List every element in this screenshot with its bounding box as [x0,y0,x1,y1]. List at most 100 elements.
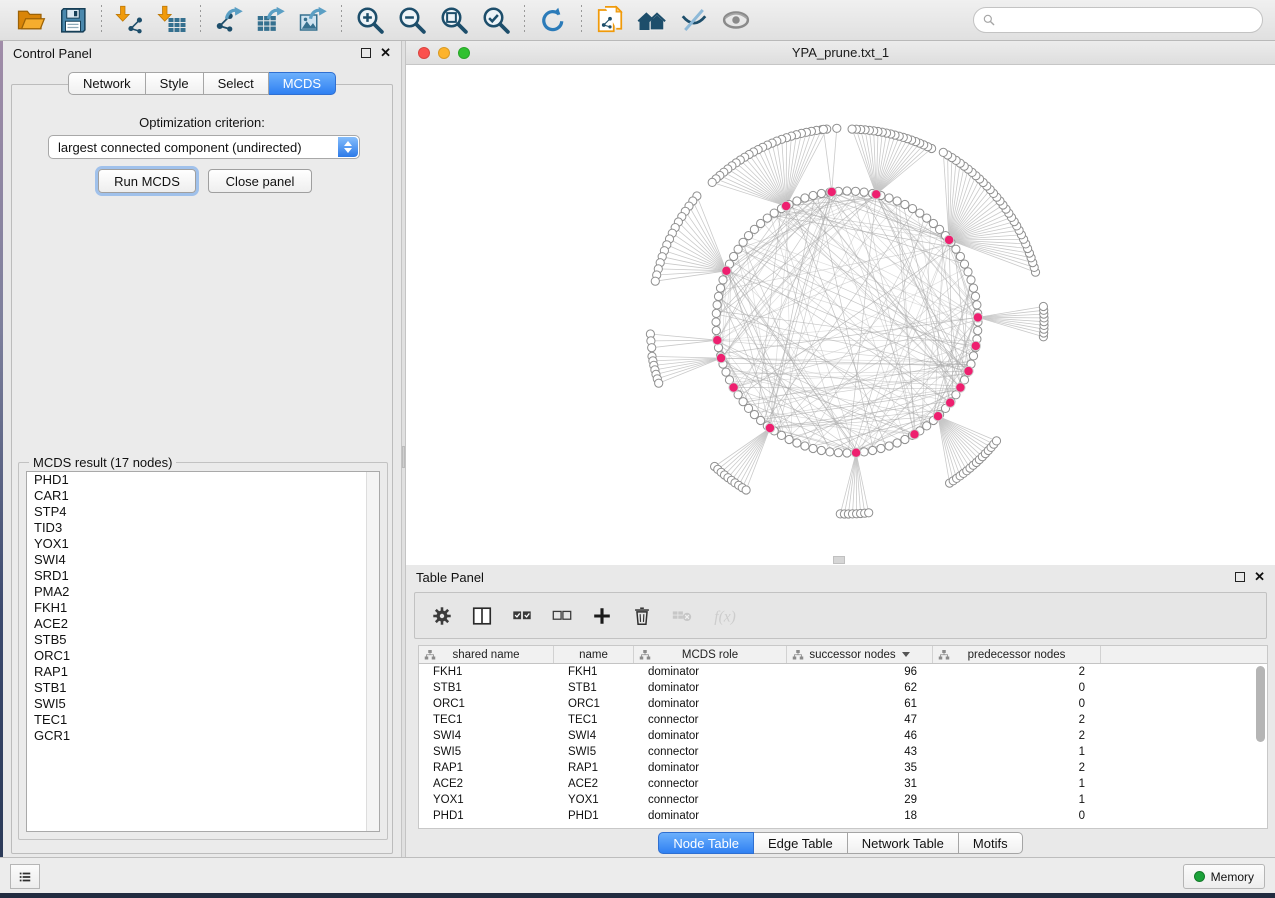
hide-eye-icon[interactable] [679,5,709,35]
table-cell[interactable]: 29 [787,792,933,808]
add-row-icon[interactable] [591,605,613,627]
column-header-successor-nodes[interactable]: successor nodes [787,646,933,663]
table-row[interactable]: ACE2ACE2connector311 [419,776,1267,792]
table-cell[interactable]: 31 [787,776,933,792]
refresh-layout-icon[interactable] [538,5,568,35]
memory-button[interactable]: Memory [1183,864,1265,889]
window-close-icon[interactable] [418,47,430,59]
window-minimize-icon[interactable] [438,47,450,59]
show-eye-icon[interactable] [721,5,751,35]
table-row[interactable]: SWI5SWI5connector431 [419,744,1267,760]
result-list-scrollbar[interactable] [366,472,379,831]
table-cell[interactable]: 61 [787,696,933,712]
mcds-result-item[interactable]: SRD1 [27,568,379,584]
table-cell[interactable]: RAP1 [554,760,634,776]
tab-select[interactable]: Select [204,72,269,95]
vertical-splitter-handle[interactable] [402,446,405,468]
zoom-selected-icon[interactable] [481,5,511,35]
tab-mcds[interactable]: MCDS [269,72,336,95]
table-cell[interactable]: 0 [933,680,1101,696]
mcds-result-item[interactable]: SWI5 [27,696,379,712]
tab-node-table[interactable]: Node Table [658,832,754,854]
table-cell[interactable]: FKH1 [419,664,554,680]
import-network-icon[interactable] [115,5,145,35]
horizontal-splitter-handle[interactable] [833,556,845,564]
table-row[interactable]: PHD1PHD1dominator180 [419,808,1267,824]
float-table-panel-icon[interactable] [1235,572,1245,582]
table-cell[interactable]: STB1 [419,680,554,696]
save-session-icon[interactable] [58,5,88,35]
table-cell[interactable]: 18 [787,808,933,824]
table-cell[interactable]: dominator [634,664,787,680]
mcds-result-item[interactable]: YOX1 [27,536,379,552]
table-cell[interactable]: 47 [787,712,933,728]
table-cell[interactable]: 62 [787,680,933,696]
export-network-icon[interactable] [214,5,244,35]
table-cell[interactable]: 43 [787,744,933,760]
table-cell[interactable]: 1 [933,776,1101,792]
table-scrollbar-thumb[interactable] [1256,666,1265,742]
table-cell[interactable]: ORC1 [419,696,554,712]
mcds-result-item[interactable]: TID3 [27,520,379,536]
table-cell[interactable]: dominator [634,760,787,776]
task-history-button[interactable] [10,864,40,889]
column-header-name[interactable]: name [554,646,634,663]
table-cell[interactable]: PHD1 [554,808,634,824]
table-cell[interactable]: STB1 [554,680,634,696]
mcds-result-item[interactable]: TEC1 [27,712,379,728]
share-document-icon[interactable] [595,5,625,35]
select-all-icon[interactable] [511,605,533,627]
mcds-result-item[interactable]: STB5 [27,632,379,648]
table-row[interactable]: STB1STB1dominator620 [419,680,1267,696]
mcds-result-list[interactable]: PHD1CAR1STP4TID3YOX1SWI4SRD1PMA2FKH1ACE2… [26,471,380,832]
table-cell[interactable]: connector [634,744,787,760]
criterion-dropdown[interactable]: largest connected component (undirected) [48,135,360,159]
import-table-icon[interactable] [157,5,187,35]
table-cell[interactable]: SWI5 [419,744,554,760]
table-row[interactable]: ORC1ORC1dominator610 [419,696,1267,712]
mcds-result-item[interactable]: PMA2 [27,584,379,600]
mcds-result-item[interactable]: ORC1 [27,648,379,664]
table-cell[interactable]: 2 [933,728,1101,744]
tab-style[interactable]: Style [146,72,204,95]
table-cell[interactable]: 46 [787,728,933,744]
mcds-result-item[interactable]: SWI4 [27,552,379,568]
table-cell[interactable]: 2 [933,664,1101,680]
table-cell[interactable]: connector [634,776,787,792]
network-canvas[interactable] [406,65,1275,565]
table-cell[interactable]: TEC1 [419,712,554,728]
tab-network[interactable]: Network [68,72,146,95]
tab-network-table[interactable]: Network Table [848,832,959,854]
table-row[interactable]: RAP1RAP1dominator352 [419,760,1267,776]
export-image-icon[interactable] [298,5,328,35]
table-row[interactable]: TEC1TEC1connector472 [419,712,1267,728]
table-cell[interactable]: PHD1 [419,808,554,824]
neighbors-houses-icon[interactable] [637,5,667,35]
float-panel-icon[interactable] [361,48,371,58]
table-cell[interactable]: 2 [933,712,1101,728]
open-folder-icon[interactable] [16,5,46,35]
mcds-result-item[interactable]: STP4 [27,504,379,520]
tab-motifs[interactable]: Motifs [959,832,1023,854]
table-cell[interactable]: dominator [634,680,787,696]
table-cell[interactable]: 0 [933,808,1101,824]
table-cell[interactable]: TEC1 [554,712,634,728]
table-cell[interactable]: 35 [787,760,933,776]
table-cell[interactable]: ACE2 [554,776,634,792]
table-cell[interactable]: dominator [634,696,787,712]
column-header-MCDS-role[interactable]: MCDS role [634,646,787,663]
mcds-result-item[interactable]: CAR1 [27,488,379,504]
mcds-result-item[interactable]: RAP1 [27,664,379,680]
close-table-panel-icon[interactable]: ✕ [1254,572,1265,582]
table-cell[interactable]: 2 [933,760,1101,776]
search-input[interactable] [973,7,1263,33]
table-cell[interactable]: SWI4 [419,728,554,744]
table-cell[interactable]: SWI5 [554,744,634,760]
close-panel-icon[interactable]: ✕ [380,48,391,58]
table-cell[interactable]: connector [634,792,787,808]
table-cell[interactable]: ORC1 [554,696,634,712]
table-cell[interactable]: 1 [933,792,1101,808]
mcds-result-item[interactable]: ACE2 [27,616,379,632]
column-header-shared-name[interactable]: shared name [419,646,554,663]
table-row[interactable]: FKH1FKH1dominator962 [419,664,1267,680]
